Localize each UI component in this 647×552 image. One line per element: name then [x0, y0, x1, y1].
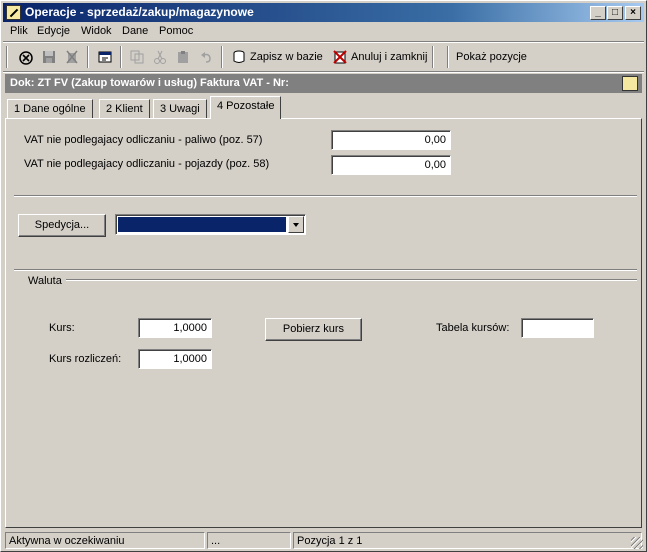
vat-vehicles-field[interactable]: 0,00 — [331, 155, 451, 175]
menu-edycje[interactable]: Edycje — [37, 25, 70, 37]
tab-uwagi[interactable]: 3 Uwagi — [153, 99, 207, 119]
menu-plik[interactable]: Plik — [10, 25, 28, 37]
properties-button[interactable] — [93, 46, 116, 68]
section-divider-top — [14, 269, 637, 271]
status-bar: Aktywna w oczekiwaniu ... Pozycja 1 z 1 — [3, 531, 644, 550]
menu-widok[interactable]: Widok — [81, 25, 112, 37]
document-header: Dok: ZT FV (Zakup towarów i usług) Faktu… — [5, 74, 642, 93]
tab-dane-ogolne[interactable]: 1 Dane ogólne — [7, 99, 93, 119]
pobierz-kurs-button[interactable]: Pobierz kurs — [265, 318, 362, 341]
tab-klient[interactable]: 2 Klient — [99, 99, 150, 119]
scissors-icon — [154, 50, 166, 64]
kurs-field[interactable]: 1,0000 — [138, 318, 212, 338]
tab-pozostale[interactable]: 4 Pozostałe — [210, 96, 282, 119]
cut-button — [148, 46, 171, 68]
kurs-label: Kurs: — [49, 322, 75, 334]
resize-grip-icon[interactable] — [631, 537, 643, 549]
cancel-icon — [19, 51, 33, 65]
section-divider — [14, 195, 637, 197]
toolbar-separator — [87, 46, 89, 68]
tab-panel: VAT nie podlegajacy odliczaniu - paliwo … — [5, 118, 642, 528]
spedycja-button[interactable]: Spedycja... — [18, 214, 106, 237]
properties-icon — [98, 51, 112, 63]
document-icon[interactable] — [622, 76, 638, 91]
undo-icon — [201, 52, 211, 63]
database-save-icon — [233, 50, 245, 63]
chevron-down-icon[interactable] — [288, 216, 304, 233]
tab-strip: 1 Dane ogólne 2 Klient 3 Uwagi 4 Pozosta… — [5, 96, 642, 119]
tabela-kursow-field[interactable] — [521, 318, 594, 338]
document-header-text: Dok: ZT FV (Zakup towarów i usług) Faktu… — [10, 77, 289, 89]
status-middle: ... — [207, 532, 291, 549]
tabela-kursow-label: Tabela kursów: — [436, 322, 510, 334]
cancel-close-icon — [333, 50, 347, 64]
vat-fuel-field[interactable]: 0,00 — [331, 130, 451, 150]
delete-icon — [66, 50, 78, 64]
show-items-label: Pokaż pozycje — [456, 51, 527, 63]
menu-dane[interactable]: Dane — [122, 25, 148, 37]
cancel-close-label: Anuluj i zamknij — [351, 51, 428, 63]
toolbar-grip — [6, 46, 8, 68]
maximize-button[interactable]: □ — [607, 6, 623, 20]
menu-pomoc[interactable]: Pomoc — [159, 25, 193, 37]
toolbar-separator — [120, 46, 122, 68]
cancel-close-button[interactable]: Anuluj i zamknij — [328, 46, 428, 68]
save-disk-button — [37, 46, 60, 68]
save-to-db-label: Zapisz w bazie — [250, 51, 323, 63]
save-icon — [43, 51, 55, 63]
delete-button — [60, 46, 83, 68]
main-window: Operacje - sprzedaż/zakup/magazynowe _ □… — [0, 0, 647, 552]
app-icon — [6, 5, 21, 20]
toolbar: Zapisz w bazie Anuluj i zamknij Pokaż po… — [3, 43, 644, 71]
close-button[interactable]: × — [625, 6, 641, 20]
kurs-rozliczen-field[interactable]: 1,0000 — [138, 349, 212, 369]
paste-icon — [178, 51, 188, 63]
show-items-button[interactable]: Pokaż pozycje — [439, 46, 539, 68]
waluta-group-line — [66, 279, 637, 281]
cancel-x-icon-button[interactable] — [14, 46, 37, 68]
waluta-group-label: Waluta — [28, 275, 62, 287]
vat-fuel-label: VAT nie podlegajacy odliczaniu - paliwo … — [24, 134, 263, 146]
status-position: Pozycja 1 z 1 — [293, 532, 642, 549]
toolbar-separator — [221, 46, 223, 68]
copy-icon — [130, 50, 144, 64]
title-bar[interactable]: Operacje - sprzedaż/zakup/magazynowe _ □… — [3, 3, 644, 22]
paste-button — [171, 46, 194, 68]
save-to-db-button[interactable]: Zapisz w bazie — [227, 46, 327, 68]
spedycja-combo[interactable] — [115, 214, 306, 235]
vat-vehicles-label: VAT nie podlegajacy odliczaniu - pojazdy… — [24, 158, 270, 170]
menu-bar: Plik Edycje Widok Dane Pomoc — [3, 23, 644, 41]
toolbar-bottom-separator — [3, 71, 644, 73]
undo-button — [194, 46, 217, 68]
toolbar-separator — [432, 46, 434, 68]
kurs-rozliczen-label: Kurs rozliczeń: — [49, 353, 122, 365]
spedycja-combo-selection — [118, 217, 286, 232]
minimize-button[interactable]: _ — [590, 6, 606, 20]
status-state: Aktywna w oczekiwaniu — [5, 532, 205, 549]
copy-button — [125, 46, 148, 68]
window-title: Operacje - sprzedaż/zakup/magazynowe — [25, 5, 254, 19]
